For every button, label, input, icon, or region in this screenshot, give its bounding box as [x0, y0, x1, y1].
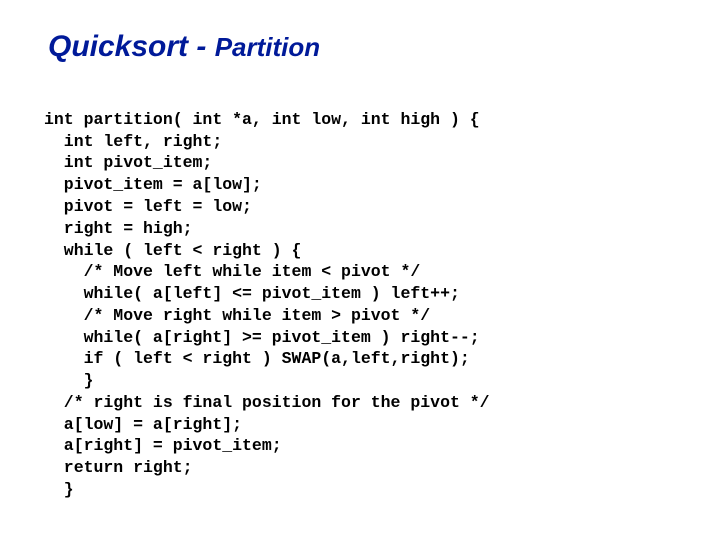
- code-line: }: [44, 371, 94, 390]
- code-line: int pivot_item;: [44, 153, 212, 172]
- code-line: while ( left < right ) {: [44, 241, 301, 260]
- slide-title: Quicksort - Partition: [48, 28, 680, 63]
- code-line: while( a[left] <= pivot_item ) left++;: [44, 284, 460, 303]
- code-line: a[right] = pivot_item;: [44, 436, 282, 455]
- code-line: return right;: [44, 458, 193, 477]
- title-main: Quicksort -: [48, 30, 215, 63]
- code-line: /* Move right while item > pivot */: [44, 306, 430, 325]
- code-line: right = high;: [44, 219, 193, 238]
- title-sub: Partition: [215, 32, 320, 62]
- code-line: int partition( int *a, int low, int high…: [44, 110, 480, 129]
- code-line: }: [44, 480, 74, 499]
- code-line: pivot = left = low;: [44, 197, 252, 216]
- code-block: int partition( int *a, int low, int high…: [44, 87, 680, 522]
- code-line: pivot_item = a[low];: [44, 175, 262, 194]
- code-line: /* Move left while item < pivot */: [44, 262, 420, 281]
- code-line: while( a[right] >= pivot_item ) right--;: [44, 328, 480, 347]
- slide: Quicksort - Partition int partition( int…: [0, 0, 720, 540]
- code-line: a[low] = a[right];: [44, 415, 242, 434]
- code-line: int left, right;: [44, 132, 222, 151]
- code-line: if ( left < right ) SWAP(a,left,right);: [44, 349, 470, 368]
- code-line: /* right is final position for the pivot…: [44, 393, 490, 412]
